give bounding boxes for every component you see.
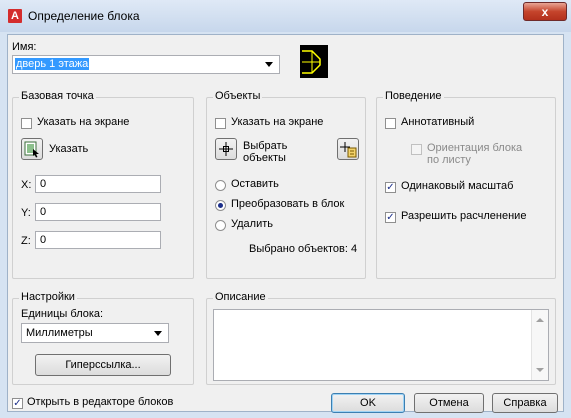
settings-group: Настройки Единицы блока: Миллиметры Гипе… (12, 291, 194, 385)
block-units-combo[interactable]: Миллиметры (21, 323, 169, 343)
block-units-value: Миллиметры (26, 327, 93, 339)
specify-on-screen-objects-checkbox[interactable] (215, 118, 226, 129)
scale-uniformly-label: Одинаковый масштаб (401, 180, 514, 192)
pick-point-icon (24, 141, 39, 158)
settings-title: Настройки (19, 291, 77, 303)
allow-exploding-checkbox[interactable]: ✓ (385, 212, 396, 223)
door-preview-icon (302, 50, 321, 74)
description-scrollbar[interactable] (531, 310, 548, 380)
y-coordinate-input[interactable]: 0 (35, 203, 161, 221)
dialog-body: Имя: дверь 1 этажа Базовая точка Указать… (7, 34, 564, 413)
ok-button[interactable]: OK (331, 393, 405, 413)
description-title: Описание (213, 291, 268, 303)
match-orientation-checkbox[interactable] (411, 144, 422, 155)
select-objects-button[interactable] (215, 138, 237, 160)
select-objects-label: Выбрать объекты (243, 140, 288, 164)
scroll-down-icon[interactable] (536, 368, 544, 372)
retain-radio[interactable] (215, 180, 226, 191)
close-icon: x (541, 5, 549, 19)
block-preview-thumbnail (300, 45, 328, 78)
pick-point-button[interactable] (21, 138, 43, 160)
name-label: Имя: (12, 41, 37, 53)
pick-point-label: Указать (49, 143, 89, 155)
z-coordinate-input[interactable]: 0 (35, 231, 161, 249)
block-definition-dialog: A Определение блока x Имя: дверь 1 этажа… (0, 0, 571, 418)
cancel-button[interactable]: Отмена (414, 393, 484, 413)
convert-to-block-label: Преобразовать в блок (231, 198, 345, 210)
block-name-combo[interactable]: дверь 1 этажа (12, 55, 280, 74)
z-label: Z: (21, 235, 31, 247)
annotative-checkbox[interactable] (385, 118, 396, 129)
specify-on-screen-base-checkbox[interactable] (21, 118, 32, 129)
quick-select-button[interactable] (337, 138, 359, 160)
objects-group: Объекты Указать на экране Выбрать объект… (206, 90, 366, 279)
match-orientation-label: Ориентация блока по листу (427, 142, 523, 166)
delete-label: Удалить (231, 218, 273, 230)
y-label: Y: (21, 207, 31, 219)
base-point-group: Базовая точка Указать на экране Указать … (12, 90, 194, 279)
scroll-up-icon[interactable] (536, 318, 544, 322)
dialog-title: Определение блока (28, 9, 140, 23)
selected-objects-count: Выбрано объектов: 4 (249, 243, 358, 255)
close-button[interactable]: x (523, 2, 567, 21)
specify-on-screen-objects-label: Указать на экране (231, 116, 324, 128)
title-bar[interactable]: A Определение блока x (0, 0, 571, 32)
annotative-label: Аннотативный (401, 116, 475, 128)
delete-radio[interactable] (215, 220, 226, 231)
hyperlink-button[interactable]: Гиперссылка... (35, 354, 171, 376)
crosshair-icon (219, 142, 233, 156)
specify-on-screen-base-label: Указать на экране (37, 116, 130, 128)
behavior-group: Поведение Аннотативный Ориентация блока … (376, 90, 556, 279)
retain-label: Оставить (231, 178, 279, 190)
scale-uniformly-checkbox[interactable]: ✓ (385, 182, 396, 193)
x-label: X: (21, 179, 32, 191)
block-name-value: дверь 1 этажа (15, 58, 90, 70)
convert-to-block-radio[interactable] (215, 200, 226, 211)
x-coordinate-input[interactable]: 0 (35, 175, 161, 193)
allow-exploding-label: Разрешить расчленение (401, 210, 527, 222)
block-units-label: Единицы блока: (21, 308, 104, 320)
open-in-block-editor-checkbox[interactable]: ✓ (12, 398, 23, 409)
chevron-down-icon (265, 62, 273, 67)
open-in-block-editor-label: Открыть в редакторе блоков (27, 396, 174, 408)
chevron-down-icon (154, 331, 162, 336)
description-textarea[interactable] (213, 309, 549, 381)
base-point-title: Базовая точка (19, 90, 96, 102)
autocad-app-icon: A (8, 9, 22, 23)
quick-select-icon (340, 142, 357, 158)
description-group: Описание (206, 291, 556, 385)
help-button[interactable]: Справка (492, 393, 558, 413)
objects-title: Объекты (213, 90, 263, 102)
behavior-title: Поведение (383, 90, 444, 102)
